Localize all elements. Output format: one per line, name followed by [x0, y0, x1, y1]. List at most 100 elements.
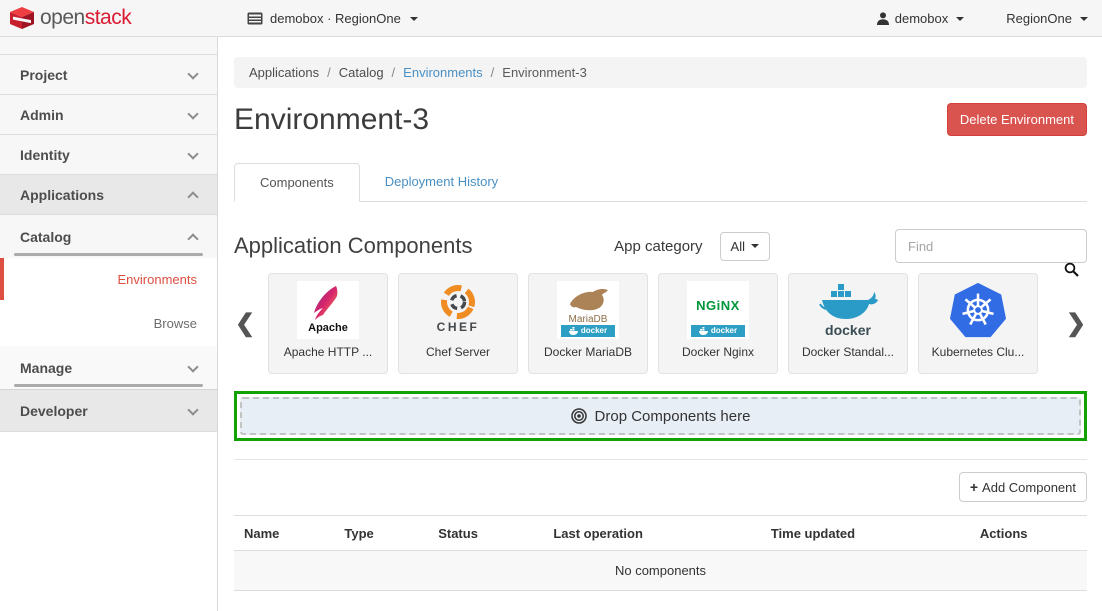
svg-text:docker: docker [825, 322, 871, 338]
components-table-header: Name Type Status Last operation Time upd… [234, 516, 1087, 551]
apache-logo-icon: Apache [297, 281, 359, 339]
components-table: Name Type Status Last operation Time upd… [234, 515, 1087, 591]
tab-bar: Components Deployment History [234, 163, 1087, 202]
empty-message: No components [234, 551, 1087, 591]
main-content: Applications / Catalog / Environments / … [219, 37, 1102, 611]
user-menu[interactable]: demobox [877, 11, 964, 26]
section-divider [234, 459, 1087, 460]
user-icon [877, 12, 889, 25]
search-icon[interactable] [1064, 262, 1079, 282]
carousel-next-button[interactable]: ❯ [1065, 309, 1087, 338]
component-card-label: Docker Standal... [789, 345, 907, 359]
sidebar-item-project[interactable]: Project [0, 55, 217, 95]
sidebar-item-label: Manage [20, 360, 72, 376]
sidebar-item-environments[interactable]: Environments [0, 258, 217, 300]
column-header-status: Status [430, 516, 545, 551]
page-title: Environment-3 [234, 103, 429, 137]
breadcrumb: Applications / Catalog / Environments / … [234, 57, 1087, 88]
app-category-dropdown[interactable]: All [720, 232, 770, 261]
add-component-label: Add Component [982, 480, 1076, 495]
component-card-kubernetes[interactable]: Kubernetes Clu... [918, 273, 1038, 374]
page-title-row: Environment-3 Delete Environment [234, 103, 1087, 137]
carousel-cards: Apache Apache HTTP ... CHEF Chef Server [268, 273, 1038, 374]
mariadb-logo-icon: MariaDB docker [557, 281, 619, 339]
component-card-apache[interactable]: Apache Apache HTTP ... [268, 273, 388, 374]
nginx-logo-icon: NGiNX docker [687, 281, 749, 339]
app-category-value: All [731, 239, 745, 254]
sidebar-item-label: Browse [154, 316, 197, 331]
column-header-type: Type [336, 516, 430, 551]
sidebar-item-label: Project [20, 67, 67, 83]
component-card-label: Docker MariaDB [529, 345, 647, 359]
table-actions-row: + Add Component [234, 472, 1087, 502]
openstack-cube-icon [10, 7, 34, 29]
add-component-button[interactable]: + Add Component [959, 472, 1087, 502]
breadcrumb-link-environments[interactable]: Environments [403, 65, 482, 80]
column-header-last-operation: Last operation [545, 516, 763, 551]
sidebar-item-developer[interactable]: Developer [0, 389, 217, 432]
sidebar-item-admin[interactable]: Admin [0, 95, 217, 135]
find-field-wrapper [895, 229, 1087, 263]
docker-badge-text: docker [581, 326, 607, 335]
sidebar-item-label: Catalog [20, 229, 71, 245]
sidebar-item-catalog[interactable]: Catalog [0, 215, 217, 258]
region-menu[interactable]: RegionOne [1006, 11, 1088, 26]
sidebar-item-manage[interactable]: Manage [0, 346, 217, 389]
sidebar-item-label: Admin [20, 107, 64, 123]
chevron-down-icon [187, 148, 198, 159]
sidebar-item-applications[interactable]: Applications [0, 175, 217, 215]
component-card-docker-nginx[interactable]: NGiNX docker Docker Nginx [658, 273, 778, 374]
drop-components-zone[interactable]: Drop Components here [240, 397, 1081, 435]
region-menu-label: RegionOne [1006, 11, 1072, 26]
column-header-time-updated: Time updated [763, 516, 972, 551]
tab-components[interactable]: Components [234, 163, 360, 202]
component-card-label: Apache HTTP ... [269, 345, 387, 359]
find-input[interactable] [895, 229, 1087, 263]
breadcrumb-separator: / [327, 65, 331, 80]
dropzone-highlight-border: Drop Components here [234, 391, 1087, 441]
breadcrumb-item-applications: Applications [249, 65, 319, 80]
components-section-header: Application Components App category All [234, 229, 1087, 263]
component-card-docker-standalone[interactable]: docker Docker Standal... [788, 273, 908, 374]
component-card-chef[interactable]: CHEF Chef Server [398, 273, 518, 374]
context-list-icon [247, 12, 263, 25]
caret-down-icon [956, 17, 964, 21]
kubernetes-logo-icon [947, 281, 1009, 339]
user-menu-label: demobox [895, 11, 948, 26]
brand-open: open [40, 6, 85, 29]
sidebar-navigation: Project Admin Identity Applications Cata… [0, 37, 218, 611]
chevron-up-icon [187, 191, 198, 202]
carousel-prev-button[interactable]: ❮ [234, 309, 256, 338]
component-card-docker-mariadb[interactable]: MariaDB docker Docker MariaDB [528, 273, 648, 374]
breadcrumb-current: Environment-3 [502, 65, 587, 80]
chevron-down-icon [187, 108, 198, 119]
component-card-label: Docker Nginx [659, 345, 777, 359]
top-right-menus: demobox RegionOne [877, 0, 1088, 37]
docker-badge: docker [561, 325, 615, 337]
svg-text:CHEF: CHEF [437, 320, 480, 334]
tab-deployment-history[interactable]: Deployment History [360, 163, 523, 201]
sidebar-item-label: Environments [118, 272, 197, 287]
sidebar-item-browse[interactable]: Browse [0, 300, 217, 346]
breadcrumb-separator: / [491, 65, 495, 80]
plus-icon: + [970, 479, 978, 495]
chevron-down-icon [187, 361, 198, 372]
svg-text:NGiNX: NGiNX [696, 298, 740, 313]
chevron-down-icon [187, 68, 198, 79]
top-header-bar: openstack demobox · RegionOne demobox Re… [0, 0, 1102, 37]
caret-down-icon [1080, 17, 1088, 21]
sidebar-item-label: Applications [20, 187, 104, 203]
docker-badge: docker [691, 325, 745, 337]
breadcrumb-item-catalog: Catalog [339, 65, 384, 80]
svg-text:Apache: Apache [308, 322, 348, 334]
component-card-label: Kubernetes Clu... [919, 345, 1037, 359]
component-card-label: Chef Server [399, 345, 517, 359]
sidebar-item-label: Developer [20, 403, 88, 419]
brand-stack: stack [85, 6, 132, 29]
column-header-name: Name [234, 516, 336, 551]
delete-environment-button[interactable]: Delete Environment [947, 103, 1087, 136]
sidebar-item-identity[interactable]: Identity [0, 135, 217, 175]
section-heading: Application Components [234, 233, 472, 259]
chevron-up-icon [187, 233, 198, 244]
project-context-switcher[interactable]: demobox · RegionOne [247, 0, 418, 37]
